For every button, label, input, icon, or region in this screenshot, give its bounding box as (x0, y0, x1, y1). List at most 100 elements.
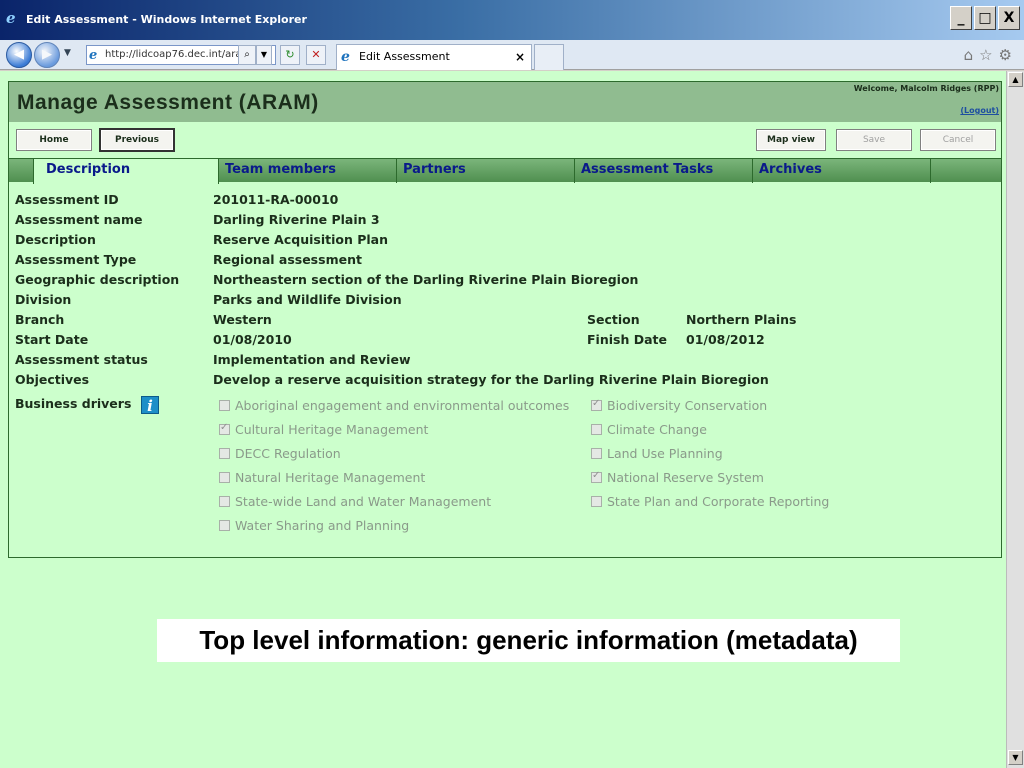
tab-partners[interactable]: Partners (397, 159, 575, 183)
logout-link[interactable]: (Logout) (960, 106, 999, 115)
tab-page-icon: e (341, 49, 350, 65)
checkbox-unchecked-icon[interactable] (219, 472, 230, 483)
checkbox-label: Natural Heritage Management (235, 470, 426, 485)
checkbox-label: State-wide Land and Water Management (235, 494, 492, 509)
checkbox-option[interactable]: DECC Regulation (219, 446, 341, 461)
checkbox-unchecked-icon[interactable] (219, 448, 230, 459)
previous-button[interactable]: Previous (99, 128, 175, 152)
field-label-assessment-name: Assessment name (15, 212, 143, 227)
checkbox-label: National Reserve System (607, 470, 764, 485)
field-label-geographic-description: Geographic description (15, 272, 180, 287)
checkbox-checked-icon[interactable] (591, 470, 602, 483)
checkbox-option[interactable]: Climate Change (591, 422, 707, 437)
checkbox-option[interactable]: Land Use Planning (591, 446, 723, 461)
checkbox-option[interactable]: State Plan and Corporate Reporting (591, 494, 829, 509)
field-value-assessment-id: 201011-RA-00010 (213, 192, 339, 207)
tab-bar: Description Team members Partners Assess… (9, 158, 1001, 184)
checkbox-unchecked-icon[interactable] (591, 448, 602, 459)
field-label-start-date: Start Date (15, 332, 89, 347)
checkbox-label: Water Sharing and Planning (235, 518, 410, 533)
checkbox-label: State Plan and Corporate Reporting (607, 494, 830, 509)
checkbox-unchecked-icon[interactable] (219, 520, 230, 531)
field-value-assessment-type: Regional assessment (213, 252, 362, 267)
browser-tools: ⌂☆⚙ (964, 46, 1018, 64)
field-value-geographic-description: Northeastern section of the Darling Rive… (213, 272, 639, 287)
field-value-finish-date: 01/08/2012 (686, 332, 765, 347)
field-value-assessment-status: Implementation and Review (213, 352, 411, 367)
close-window-button[interactable]: X (998, 6, 1020, 30)
field-label-branch: Branch (15, 312, 65, 327)
field-label-assessment-id: Assessment ID (15, 192, 119, 207)
page-icon: e (89, 48, 98, 63)
header-band: Manage Assessment (ARAM) Welcome, Malcol… (9, 82, 1001, 122)
tab-assessment-tasks[interactable]: Assessment Tasks (575, 159, 753, 183)
field-value-branch: Western (213, 312, 272, 327)
checkbox-label: Climate Change (607, 422, 707, 437)
field-label-assessment-status: Assessment status (15, 352, 148, 367)
search-icon[interactable]: ⌕ (238, 45, 256, 65)
checkbox-unchecked-icon[interactable] (591, 496, 602, 507)
checkbox-option[interactable]: Cultural Heritage Management (219, 422, 428, 437)
favorites-icon[interactable]: ☆ (979, 46, 998, 64)
checkbox-label: Cultural Heritage Management (235, 422, 429, 437)
checkbox-unchecked-icon[interactable] (219, 496, 230, 507)
back-button[interactable]: ◀ (6, 42, 32, 68)
window-titlebar: e Edit Assessment - Windows Internet Exp… (0, 0, 1024, 40)
checkbox-checked-icon[interactable] (219, 422, 230, 435)
field-label-description: Description (15, 232, 96, 247)
window-title: Edit Assessment - Windows Internet Explo… (26, 13, 307, 26)
page-title: Manage Assessment (ARAM) (17, 91, 319, 114)
field-label-finish-date: Finish Date (587, 332, 667, 347)
minimize-button[interactable]: _ (950, 6, 972, 30)
welcome-text: Welcome, Malcolm Ridges (RPP) (853, 84, 999, 93)
stop-icon[interactable]: ✕ (306, 45, 326, 65)
checkbox-checked-icon[interactable] (591, 398, 602, 411)
field-label-assessment-type: Assessment Type (15, 252, 137, 267)
field-value-division: Parks and Wildlife Division (213, 292, 402, 307)
checkbox-label: Aboriginal engagement and environmental … (235, 398, 570, 413)
slide-caption: Top level information: generic informati… (157, 619, 900, 662)
gear-icon[interactable]: ⚙ (999, 46, 1018, 64)
save-button[interactable]: Save (836, 129, 912, 151)
tab-team-members[interactable]: Team members (219, 159, 397, 183)
address-text: http://lidcoap76.dec.int/ara (105, 49, 242, 60)
map-view-button[interactable]: Map view (756, 129, 826, 151)
checkbox-unchecked-icon[interactable] (219, 400, 230, 411)
scroll-up-icon[interactable]: ▲ (1008, 72, 1023, 87)
field-label-objectives: Objectives (15, 372, 90, 387)
field-value-section: Northern Plains (686, 312, 797, 327)
maximize-button[interactable]: □ (974, 6, 996, 30)
business-drivers-label: Business drivers (15, 396, 131, 411)
refresh-icon[interactable]: ↻ (280, 45, 300, 65)
checkbox-option[interactable]: National Reserve System (591, 470, 764, 485)
checkbox-option[interactable]: Water Sharing and Planning (219, 518, 409, 533)
cancel-button[interactable]: Cancel (920, 129, 996, 151)
tab-description[interactable]: Description (33, 158, 219, 184)
history-dropdown-icon[interactable]: ▼ (64, 48, 71, 58)
checkbox-option[interactable]: State-wide Land and Water Management (219, 494, 491, 509)
business-drivers-text: Business drivers (15, 396, 132, 411)
field-label-section: Section (587, 312, 640, 327)
scroll-down-icon[interactable]: ▼ (1008, 750, 1023, 765)
page-content: Manage Assessment (ARAM) Welcome, Malcol… (0, 71, 1006, 768)
browser-navbar: ◀ ▶ ▼ e http://lidcoap76.dec.int/ara ⌕ ▼… (0, 40, 1024, 70)
home-button[interactable]: Home (16, 129, 92, 151)
assessment-panel: Manage Assessment (ARAM) Welcome, Malcol… (8, 81, 1002, 558)
checkbox-option[interactable]: Biodiversity Conservation (591, 398, 767, 413)
forward-button[interactable]: ▶ (34, 42, 60, 68)
vertical-scrollbar[interactable]: ▲ ▼ (1006, 71, 1024, 768)
checkbox-label: Biodiversity Conservation (607, 398, 768, 413)
tab-archives[interactable]: Archives (753, 159, 931, 183)
checkbox-label: Land Use Planning (607, 446, 723, 461)
checkbox-option[interactable]: Aboriginal engagement and environmental … (219, 398, 569, 413)
checkbox-label: DECC Regulation (235, 446, 341, 461)
checkbox-unchecked-icon[interactable] (591, 424, 602, 435)
field-value-objectives: Develop a reserve acquisition strategy f… (213, 372, 769, 387)
home-icon[interactable]: ⌂ (964, 46, 980, 64)
info-icon[interactable]: i (141, 396, 159, 415)
tab-edit-assessment[interactable]: e Edit Assessment × (336, 44, 532, 70)
new-tab-button[interactable] (534, 44, 564, 70)
address-dropdown-icon[interactable]: ▼ (256, 45, 272, 65)
tab-close-icon[interactable]: × (515, 45, 525, 69)
checkbox-option[interactable]: Natural Heritage Management (219, 470, 425, 485)
